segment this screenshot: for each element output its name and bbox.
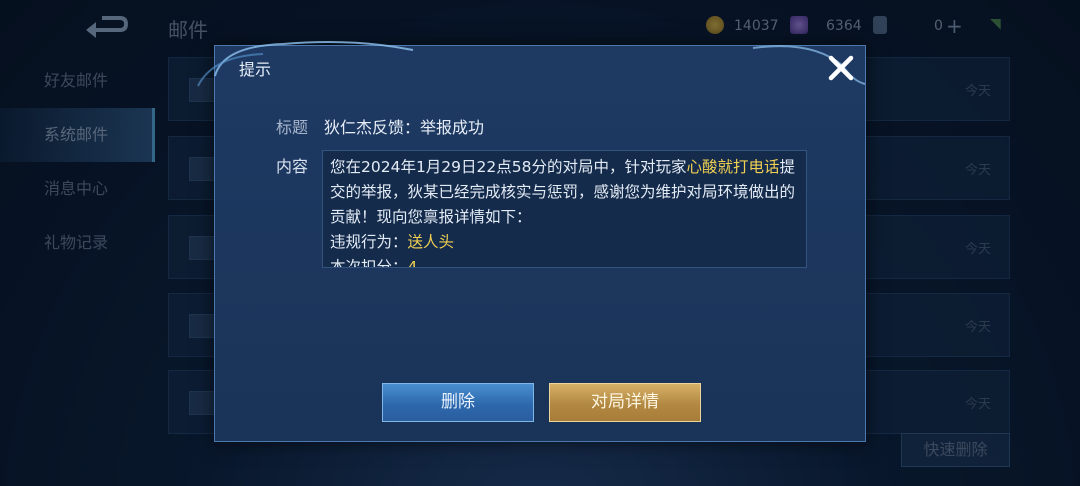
content-intro: 您在2024年1月29日22点58分的对局中，针对玩家 bbox=[330, 158, 687, 176]
dialog-title: 提示 bbox=[239, 60, 272, 79]
player-name: 心酸就打电话 bbox=[686, 158, 780, 176]
deduct-value: 4 bbox=[407, 258, 418, 268]
subject-text: 狄仁杰反馈：举报成功 bbox=[324, 118, 485, 137]
subject-label: 标题 bbox=[276, 118, 309, 137]
deduct-label: 本次扣分： bbox=[330, 258, 408, 268]
mail-dialog: 提示 标题 狄仁杰反馈：举报成功 内容 您在2024年1月29日22点58分的对… bbox=[197, 41, 866, 442]
content-box[interactable]: 您在2024年1月29日22点58分的对局中，针对玩家心酸就打电话提交的举报，狄… bbox=[322, 150, 807, 268]
violation-label: 违规行为： bbox=[330, 233, 408, 251]
content-text: 您在2024年1月29日22点58分的对局中，针对玩家心酸就打电话提交的举报，狄… bbox=[330, 155, 802, 268]
close-icon bbox=[828, 55, 854, 81]
match-detail-button[interactable]: 对局详情 bbox=[549, 383, 701, 422]
content-label: 内容 bbox=[276, 157, 309, 176]
dialog-ornament bbox=[197, 41, 866, 87]
delete-button[interactable]: 删除 bbox=[382, 383, 534, 422]
violation-value: 送人头 bbox=[407, 233, 455, 251]
close-button[interactable] bbox=[823, 50, 859, 86]
